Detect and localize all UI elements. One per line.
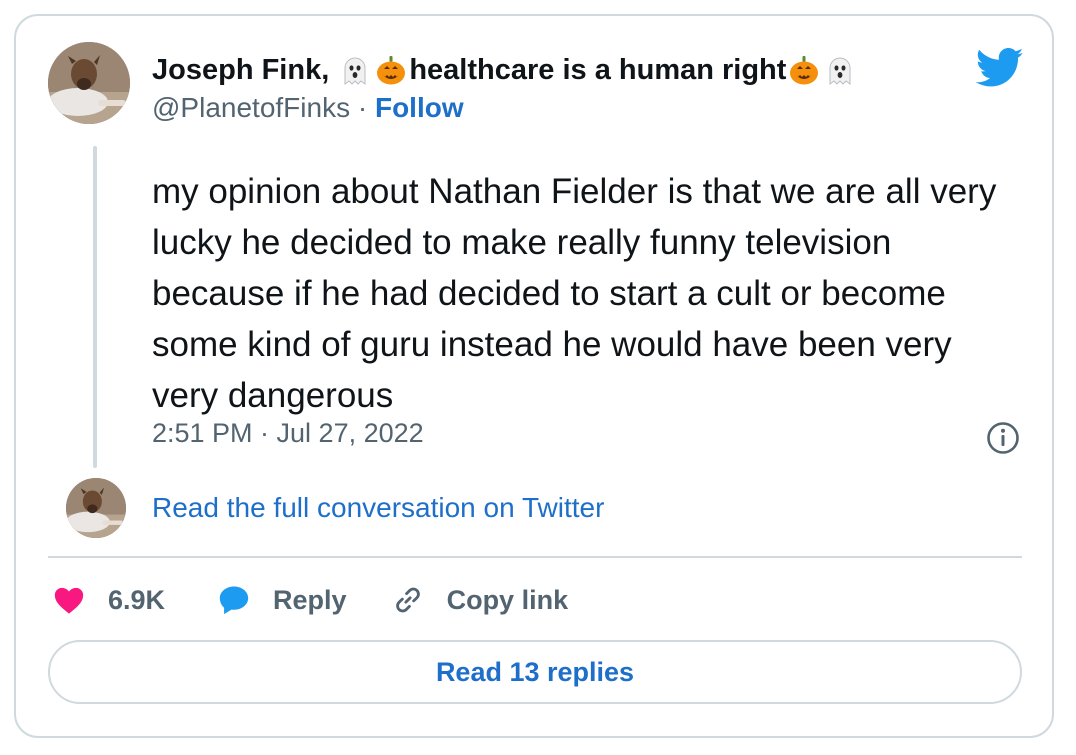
like-button[interactable]: 6.9K <box>52 583 165 617</box>
tweet-timestamp[interactable]: 2:51 PM · Jul 27, 2022 <box>152 418 424 449</box>
actions-divider <box>48 556 1022 558</box>
author-display-name[interactable]: Joseph Fink, healthcare is a human right <box>152 50 858 90</box>
like-count: 6.9K <box>108 584 166 615</box>
ghost-emoji-icon <box>824 54 856 86</box>
copy-link-button[interactable]: Copy link <box>391 583 569 617</box>
jack-o-lantern-emoji-icon <box>788 54 820 86</box>
ghost-emoji-icon <box>339 54 371 86</box>
reply-button[interactable]: Reply <box>217 583 347 617</box>
copy-link-label: Copy link <box>446 584 569 615</box>
link-icon <box>391 583 425 617</box>
author-name-middle: healthcare is a human right <box>409 53 787 86</box>
dog-photo <box>66 478 126 538</box>
jack-o-lantern-emoji-icon <box>375 54 407 86</box>
twitter-bird-icon[interactable] <box>975 48 1024 88</box>
author-avatar-small[interactable] <box>66 478 126 538</box>
author-name-prefix: Joseph Fink, <box>152 53 330 86</box>
tweet-actions: 6.9K Reply Copy link <box>52 580 568 620</box>
tweet-text: my opinion about Nathan Fielder is that … <box>152 172 997 415</box>
read-replies-button[interactable]: Read 13 replies <box>48 640 1022 704</box>
read-full-conversation-link[interactable]: Read the full conversation on Twitter <box>152 492 604 524</box>
author-handle[interactable]: @PlanetofFinks <box>152 92 350 123</box>
author-handle-row: @PlanetofFinks · Follow <box>152 92 464 124</box>
handle-separator: · <box>357 92 368 123</box>
thread-connector-line <box>93 146 97 468</box>
speech-bubble-icon <box>217 583 251 617</box>
dog-photo <box>48 42 130 124</box>
heart-icon <box>52 583 86 617</box>
info-icon[interactable] <box>986 421 1020 455</box>
reply-label: Reply <box>273 584 347 615</box>
follow-link[interactable]: Follow <box>375 92 464 123</box>
author-avatar[interactable] <box>48 42 130 124</box>
